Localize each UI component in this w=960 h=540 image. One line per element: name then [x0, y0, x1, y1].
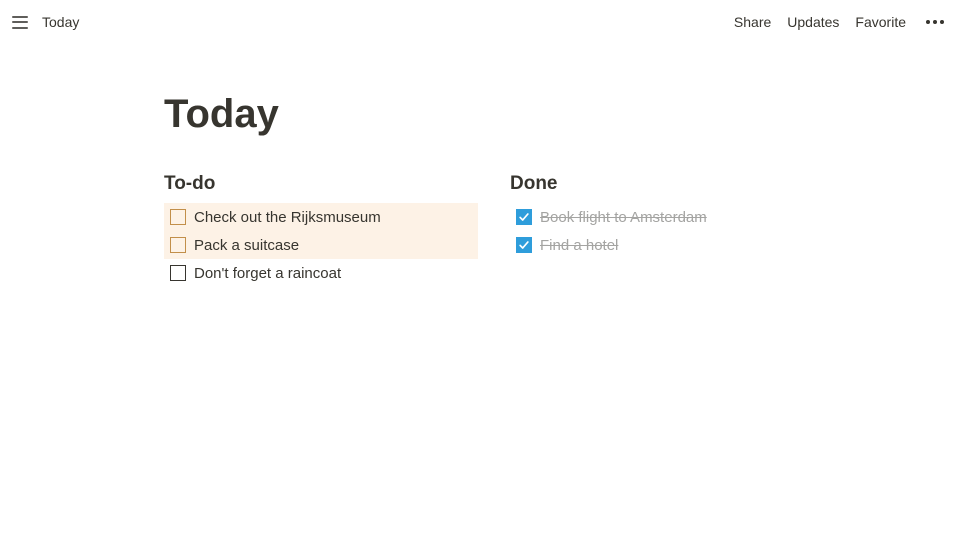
todo-text: Pack a suitcase — [194, 237, 299, 254]
done-column: Done Book flight to Amsterdam Find a hot… — [510, 173, 824, 287]
done-text: Find a hotel — [540, 237, 618, 254]
columns: To-do Check out the Rijksmuseum Pack a s… — [164, 173, 824, 287]
done-item[interactable]: Book flight to Amsterdam — [510, 203, 824, 231]
updates-button[interactable]: Updates — [787, 14, 839, 30]
todo-text: Check out the Rijksmuseum — [194, 209, 381, 226]
checkbox-checked-icon[interactable] — [516, 237, 532, 253]
page-content: Today To-do Check out the Rijksmuseum Pa… — [164, 44, 824, 287]
checkbox-checked-icon[interactable] — [516, 209, 532, 225]
favorite-button[interactable]: Favorite — [855, 14, 906, 30]
more-icon[interactable] — [922, 20, 948, 24]
topbar-left: Today — [12, 12, 79, 32]
checkbox-unchecked-icon[interactable] — [170, 209, 186, 225]
checkbox-unchecked-icon[interactable] — [170, 265, 186, 281]
todo-item[interactable]: Check out the Rijksmuseum — [164, 203, 478, 231]
done-text: Book flight to Amsterdam — [540, 209, 707, 226]
todo-item[interactable]: Pack a suitcase — [164, 231, 478, 259]
page-title: Today — [164, 92, 824, 137]
topbar-right: Share Updates Favorite — [734, 14, 948, 30]
breadcrumb[interactable]: Today — [42, 14, 79, 30]
done-item[interactable]: Find a hotel — [510, 231, 824, 259]
checkbox-unchecked-icon[interactable] — [170, 237, 186, 253]
topbar: Today Share Updates Favorite — [0, 0, 960, 44]
menu-icon[interactable] — [12, 12, 32, 32]
share-button[interactable]: Share — [734, 14, 771, 30]
todo-item[interactable]: Don't forget a raincoat — [164, 259, 478, 287]
todo-text: Don't forget a raincoat — [194, 265, 341, 282]
todo-heading: To-do — [164, 173, 478, 195]
done-heading: Done — [510, 173, 824, 195]
todo-column: To-do Check out the Rijksmuseum Pack a s… — [164, 173, 478, 287]
